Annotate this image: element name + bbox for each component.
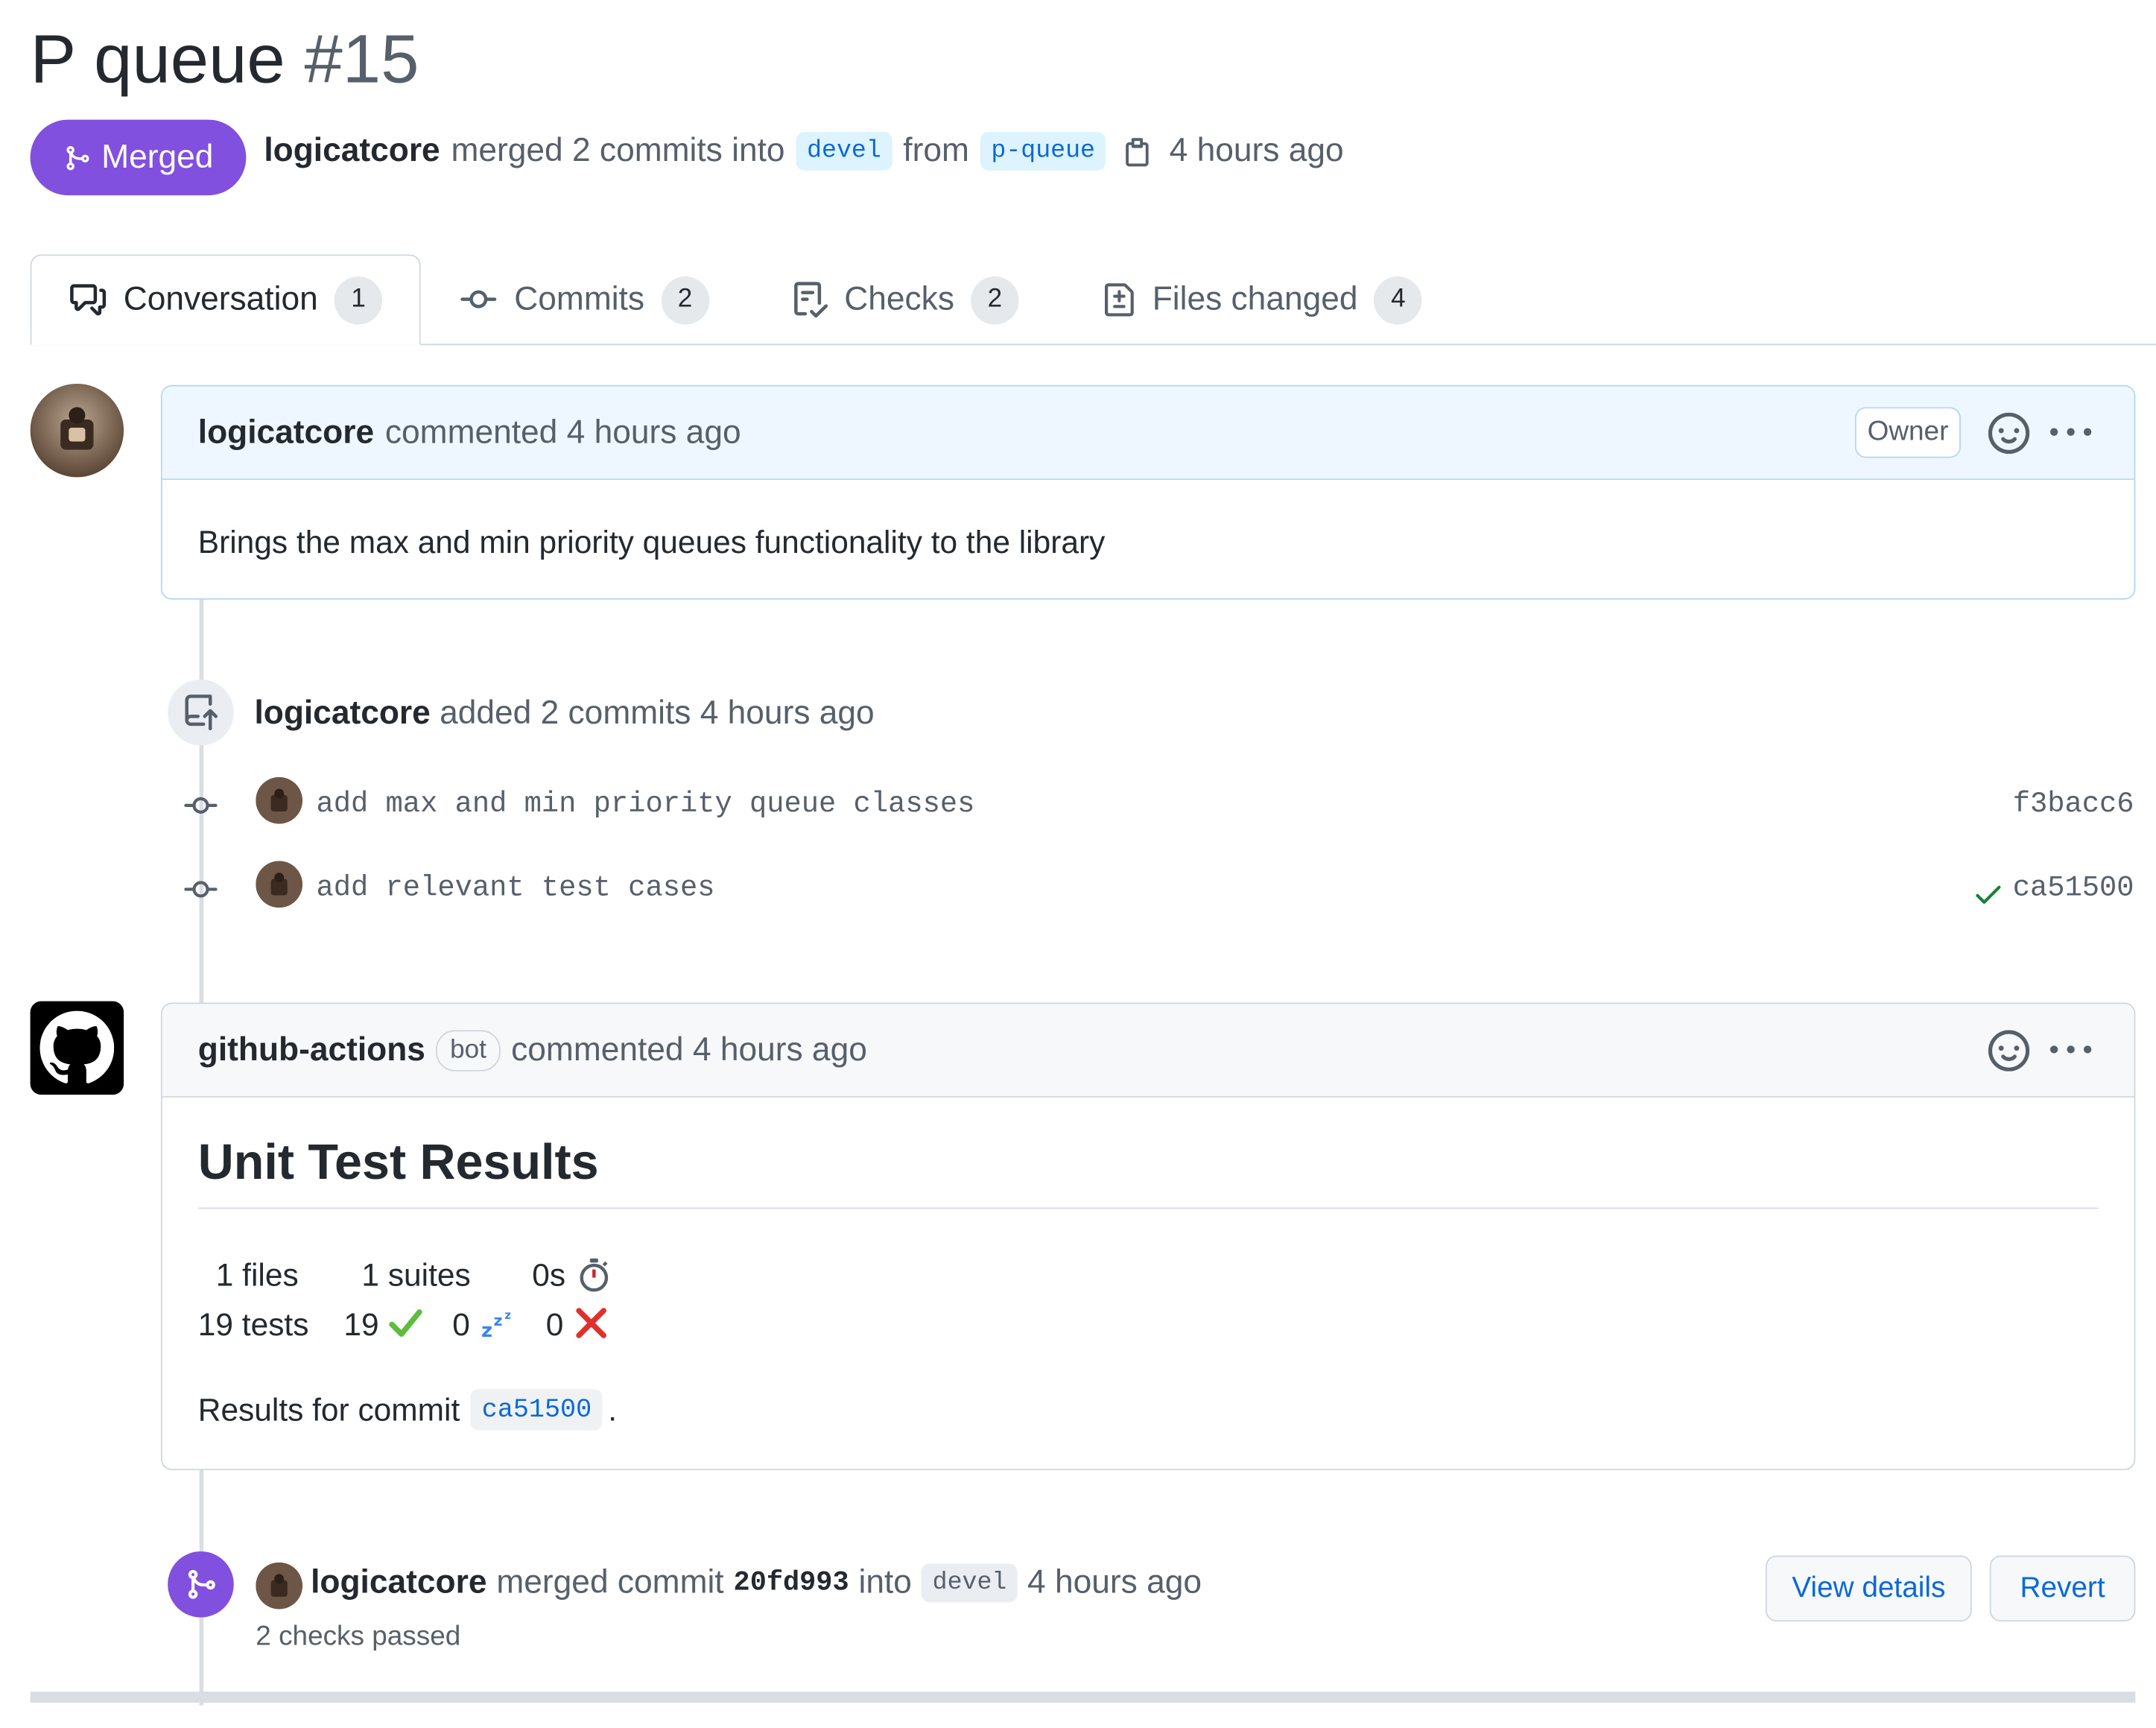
- merged-time: 4 hours ago: [1169, 132, 1344, 170]
- tab-checks[interactable]: Checks 2: [792, 254, 1019, 345]
- tab-label: Conversation: [123, 280, 318, 318]
- avatar[interactable]: [256, 861, 303, 908]
- commit-message-link[interactable]: add max and min priority queue classes: [317, 789, 975, 820]
- results-prefix: Results for commit: [197, 1390, 460, 1427]
- results-heading: Unit Test Results: [197, 1133, 599, 1190]
- heavy-check-icon: [389, 1309, 422, 1338]
- git-merge-icon: [188, 1569, 215, 1599]
- tab-counter: 1: [334, 276, 383, 324]
- checks-passed-text: 2 checks passed: [256, 1621, 461, 1652]
- github-actions-avatar[interactable]: [30, 1001, 124, 1095]
- tab-label: Commits: [514, 280, 645, 318]
- commit-sha-link[interactable]: ca51500: [2013, 873, 2134, 905]
- avatar[interactable]: [256, 776, 303, 824]
- github-logo-icon: [39, 1010, 115, 1083]
- results-for-commit: Results for commit ca51500 .: [197, 1389, 618, 1431]
- avatar[interactable]: [30, 383, 124, 478]
- smiley-icon[interactable]: [1988, 1029, 2030, 1071]
- smiley-icon[interactable]: [1988, 411, 2030, 454]
- svg-text:z: z: [481, 1320, 492, 1340]
- kebab-horizontal-icon[interactable]: [2049, 412, 2093, 453]
- bot-badge: bot: [436, 1029, 501, 1071]
- merged-status-label: Merged: [101, 138, 214, 176]
- svg-text:z: z: [504, 1309, 511, 1322]
- comment-meta: commented 4 hours ago: [384, 413, 741, 451]
- page-title: P queue #15: [31, 19, 419, 99]
- pr-number: #15: [304, 20, 419, 98]
- tab-label: Files changed: [1152, 280, 1358, 318]
- into-text: into: [858, 1563, 912, 1601]
- copy-icon[interactable]: [1123, 135, 1153, 168]
- comment-box: github-actions bot commented 4 hours ago…: [160, 1002, 2136, 1471]
- skipped-count: 0: [452, 1306, 470, 1343]
- repo-push-icon: [185, 694, 218, 731]
- comment-author[interactable]: github-actions: [198, 1031, 425, 1069]
- merge-commit-sha[interactable]: 20fd993: [734, 1567, 849, 1598]
- event-author[interactable]: logicatcore: [311, 1564, 486, 1603]
- comment-body: Brings the max and min priority queues f…: [197, 524, 1106, 560]
- tests-count: 19 tests: [197, 1306, 309, 1343]
- zzz-icon: z z z: [481, 1309, 511, 1340]
- comment-header: logicatcore commented 4 hours ago Owner: [162, 386, 2134, 481]
- svg-text:z: z: [494, 1311, 503, 1329]
- files-count: 1 files: [215, 1256, 299, 1293]
- git-commit-icon: [184, 881, 218, 898]
- tab-counter: 4: [1374, 276, 1423, 324]
- git-commit-icon: [460, 290, 497, 308]
- comment-header: github-actions bot commented 4 hours ago: [162, 1004, 2134, 1098]
- repo-push-badge: [168, 679, 234, 746]
- merged-status-badge: Merged: [30, 119, 247, 196]
- merge-branch-label[interactable]: devel: [921, 1563, 1018, 1603]
- pr-summary: logicatcore merged 2 commits into devel …: [264, 132, 1344, 171]
- owner-badge: Owner: [1855, 407, 1961, 458]
- results-commit-link[interactable]: ca51500: [471, 1389, 603, 1431]
- git-merge-icon: [66, 145, 89, 170]
- check-icon[interactable]: [1972, 878, 2005, 911]
- failed-count: 0: [545, 1306, 564, 1343]
- checklist-icon: [794, 282, 828, 318]
- comment-box: logicatcore commented 4 hours ago Owner …: [160, 384, 2136, 600]
- event-author[interactable]: logicatcore: [254, 694, 430, 732]
- event-action: added 2 commits 4 hours ago: [440, 694, 875, 732]
- merge-event-badge: [168, 1551, 234, 1618]
- kebab-horizontal-icon[interactable]: [2049, 1030, 2093, 1071]
- tab-files-changed[interactable]: Files changed 4: [1103, 254, 1423, 345]
- pr-title: P queue: [30, 20, 285, 98]
- stopwatch-icon: [580, 1258, 609, 1292]
- file-diff-icon: [1105, 283, 1134, 317]
- tab-conversation[interactable]: Conversation 1: [30, 254, 421, 346]
- pr-author-link[interactable]: logicatcore: [264, 132, 440, 171]
- merge-event-text: logicatcore merged commit 20fd993 into d…: [311, 1563, 1202, 1603]
- timeline-end-divider: [30, 1691, 2136, 1703]
- results-suffix: .: [608, 1390, 618, 1427]
- merged-text: merged 2 commits into: [451, 132, 785, 170]
- comment-discussion-icon: [69, 284, 106, 316]
- base-branch-label[interactable]: devel: [796, 132, 892, 171]
- merge-time: 4 hours ago: [1027, 1563, 1202, 1601]
- git-commit-icon: [184, 797, 218, 814]
- tab-commits[interactable]: Commits 2: [459, 254, 709, 345]
- comment-author[interactable]: logicatcore: [198, 414, 374, 452]
- passed-count: 19: [343, 1306, 379, 1343]
- head-branch-label[interactable]: p-queue: [980, 132, 1106, 171]
- tab-counter: 2: [971, 276, 1019, 324]
- view-details-button[interactable]: View details: [1765, 1555, 1972, 1622]
- duration: 0s: [532, 1256, 566, 1293]
- suites-count: 1 suites: [361, 1256, 471, 1293]
- from-text: from: [903, 132, 969, 170]
- commit-sha-link[interactable]: f3bacc6: [2013, 789, 2134, 820]
- comment-meta: commented 4 hours ago: [511, 1031, 867, 1069]
- commits-event-text: logicatcore added 2 commits 4 hours ago: [254, 694, 874, 733]
- cross-mark-icon: [576, 1308, 606, 1338]
- heading-divider: [197, 1207, 2099, 1209]
- commit-message-link[interactable]: add relevant test cases: [317, 873, 715, 905]
- merge-text: merged commit: [496, 1563, 724, 1601]
- tab-label: Checks: [844, 280, 954, 318]
- revert-button[interactable]: Revert: [1989, 1555, 2136, 1622]
- avatar[interactable]: [256, 1562, 303, 1610]
- tab-counter: 2: [661, 276, 709, 324]
